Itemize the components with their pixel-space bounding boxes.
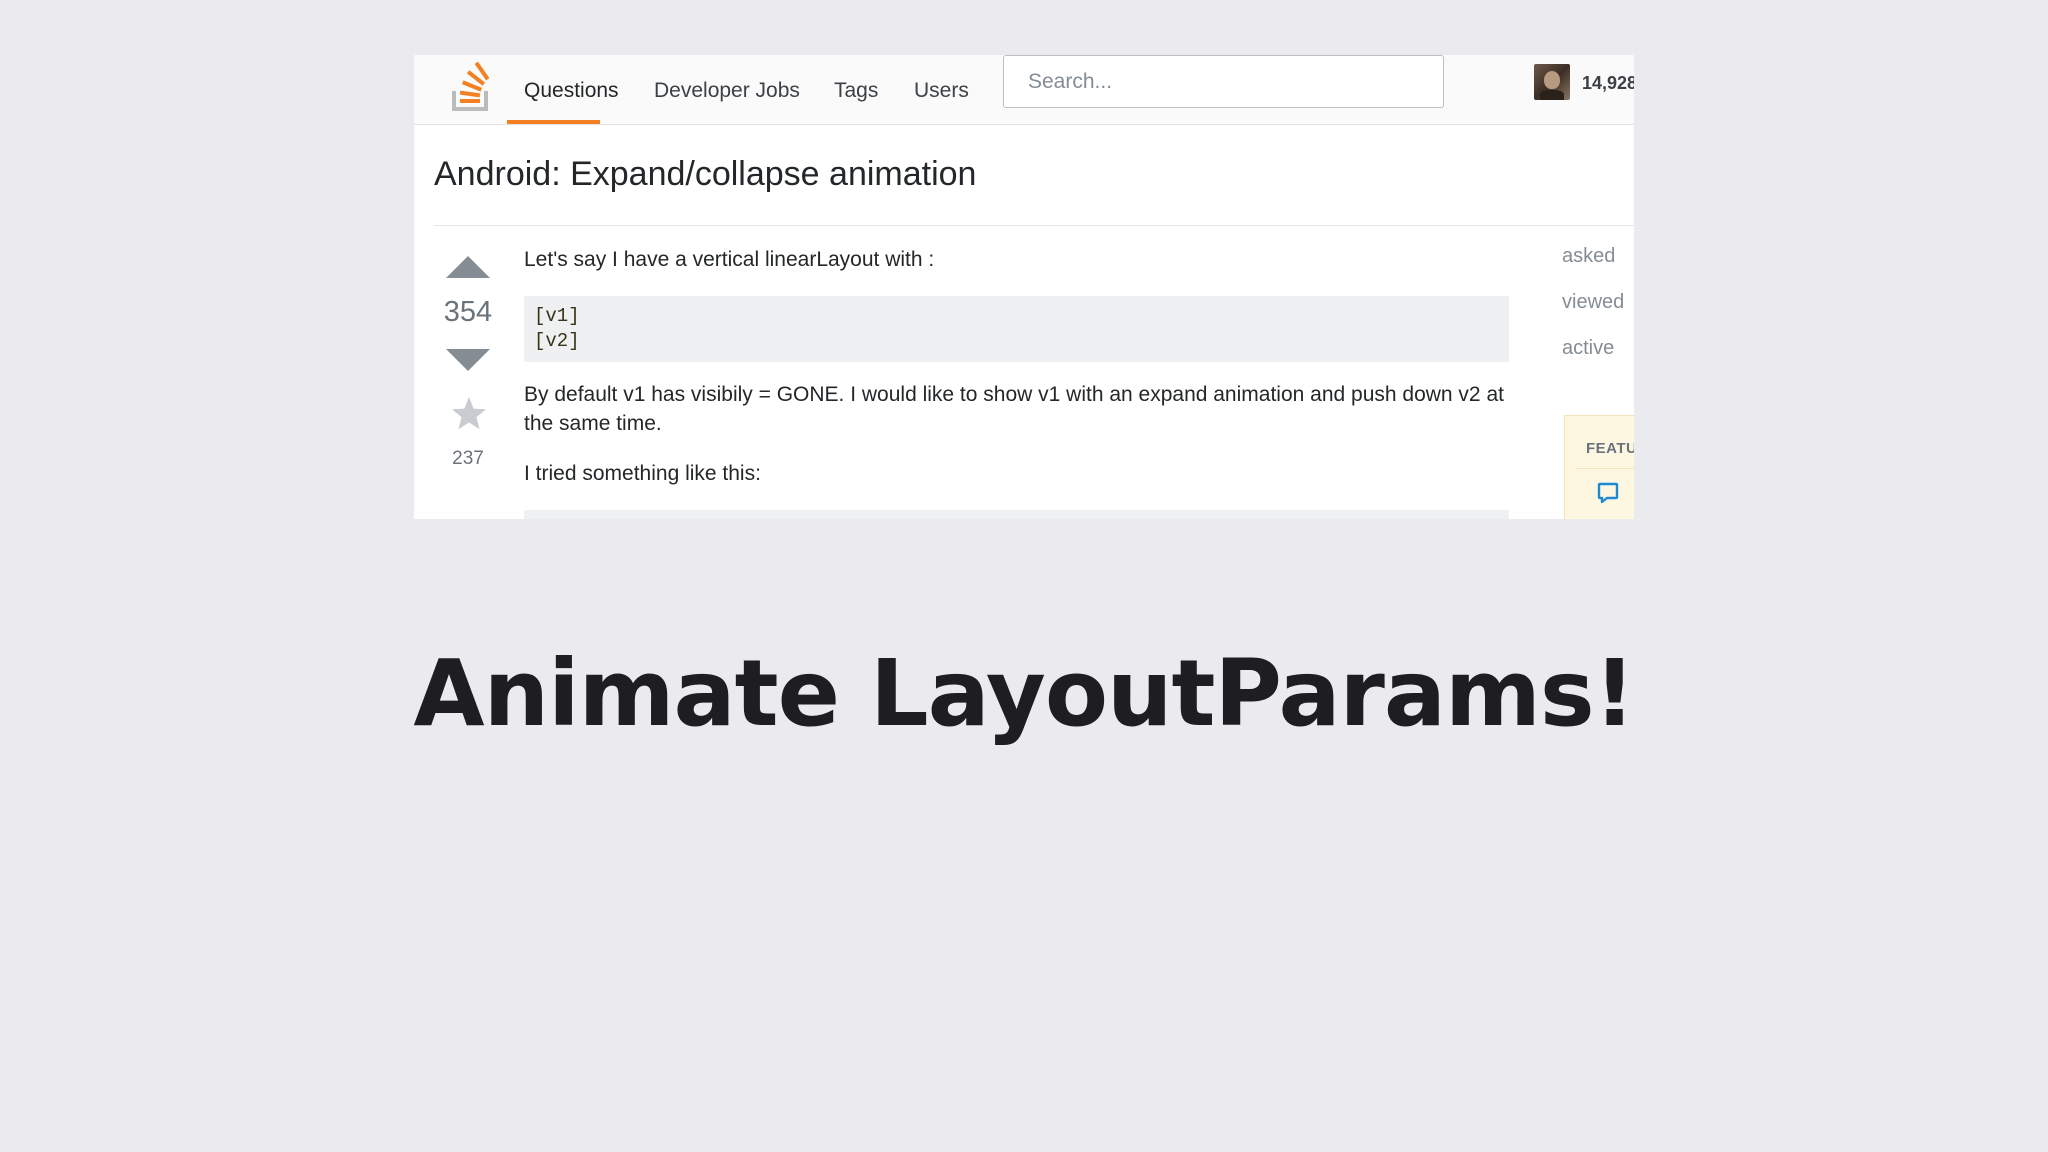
reputation-count: 14,928 bbox=[1582, 73, 1634, 93]
nav-developer-jobs[interactable]: Developer Jobs bbox=[654, 55, 800, 125]
downvote-arrow-icon[interactable] bbox=[446, 349, 490, 373]
code-block: [v1] [v2] bbox=[524, 296, 1509, 362]
question-title[interactable]: Android: Expand/collapse animation bbox=[434, 155, 976, 194]
chat-bubble-icon[interactable] bbox=[1597, 482, 1619, 504]
code-line: [v2] bbox=[534, 330, 580, 352]
favorite-star-icon[interactable] bbox=[451, 396, 487, 432]
question-paragraph-3: I tried something like this: bbox=[524, 462, 761, 485]
user-avatar-icon[interactable] bbox=[1534, 64, 1570, 100]
stack-overflow-logo-icon[interactable] bbox=[450, 61, 494, 113]
question-paragraph-1: Let's say I have a vertical linearLayout… bbox=[524, 248, 935, 271]
top-navigation-bar: Questions Developer Jobs Tags Users 14,9… bbox=[414, 55, 1634, 125]
nav-tags[interactable]: Tags bbox=[834, 55, 878, 125]
title-divider bbox=[434, 225, 1634, 226]
meta-asked-label: asked bbox=[1562, 245, 1616, 267]
search-input[interactable] bbox=[1003, 55, 1444, 108]
slide-headline: Animate LayoutParams! bbox=[413, 640, 1635, 747]
upvote-arrow-icon[interactable] bbox=[446, 254, 490, 278]
nav-active-indicator bbox=[507, 120, 600, 124]
meta-active-label: active bbox=[1562, 337, 1615, 359]
vote-score: 354 bbox=[443, 296, 493, 328]
slide: Questions Developer Jobs Tags Users 14,9… bbox=[0, 0, 2048, 1152]
code-block-2 bbox=[524, 510, 1509, 519]
code-line: [v1] bbox=[534, 305, 580, 327]
meta-viewed-label: viewed bbox=[1562, 291, 1625, 313]
stackoverflow-screenshot: Questions Developer Jobs Tags Users 14,9… bbox=[414, 55, 1634, 519]
question-paragraph-2: By default v1 has visibily = GONE. I wou… bbox=[524, 383, 1504, 435]
favorite-count: 237 bbox=[452, 448, 484, 469]
featured-title: FEATU bbox=[1586, 440, 1634, 457]
nav-questions[interactable]: Questions bbox=[524, 55, 619, 125]
featured-sidebar-box: FEATU bbox=[1564, 415, 1634, 519]
nav-users[interactable]: Users bbox=[914, 55, 969, 125]
featured-divider bbox=[1575, 468, 1634, 469]
